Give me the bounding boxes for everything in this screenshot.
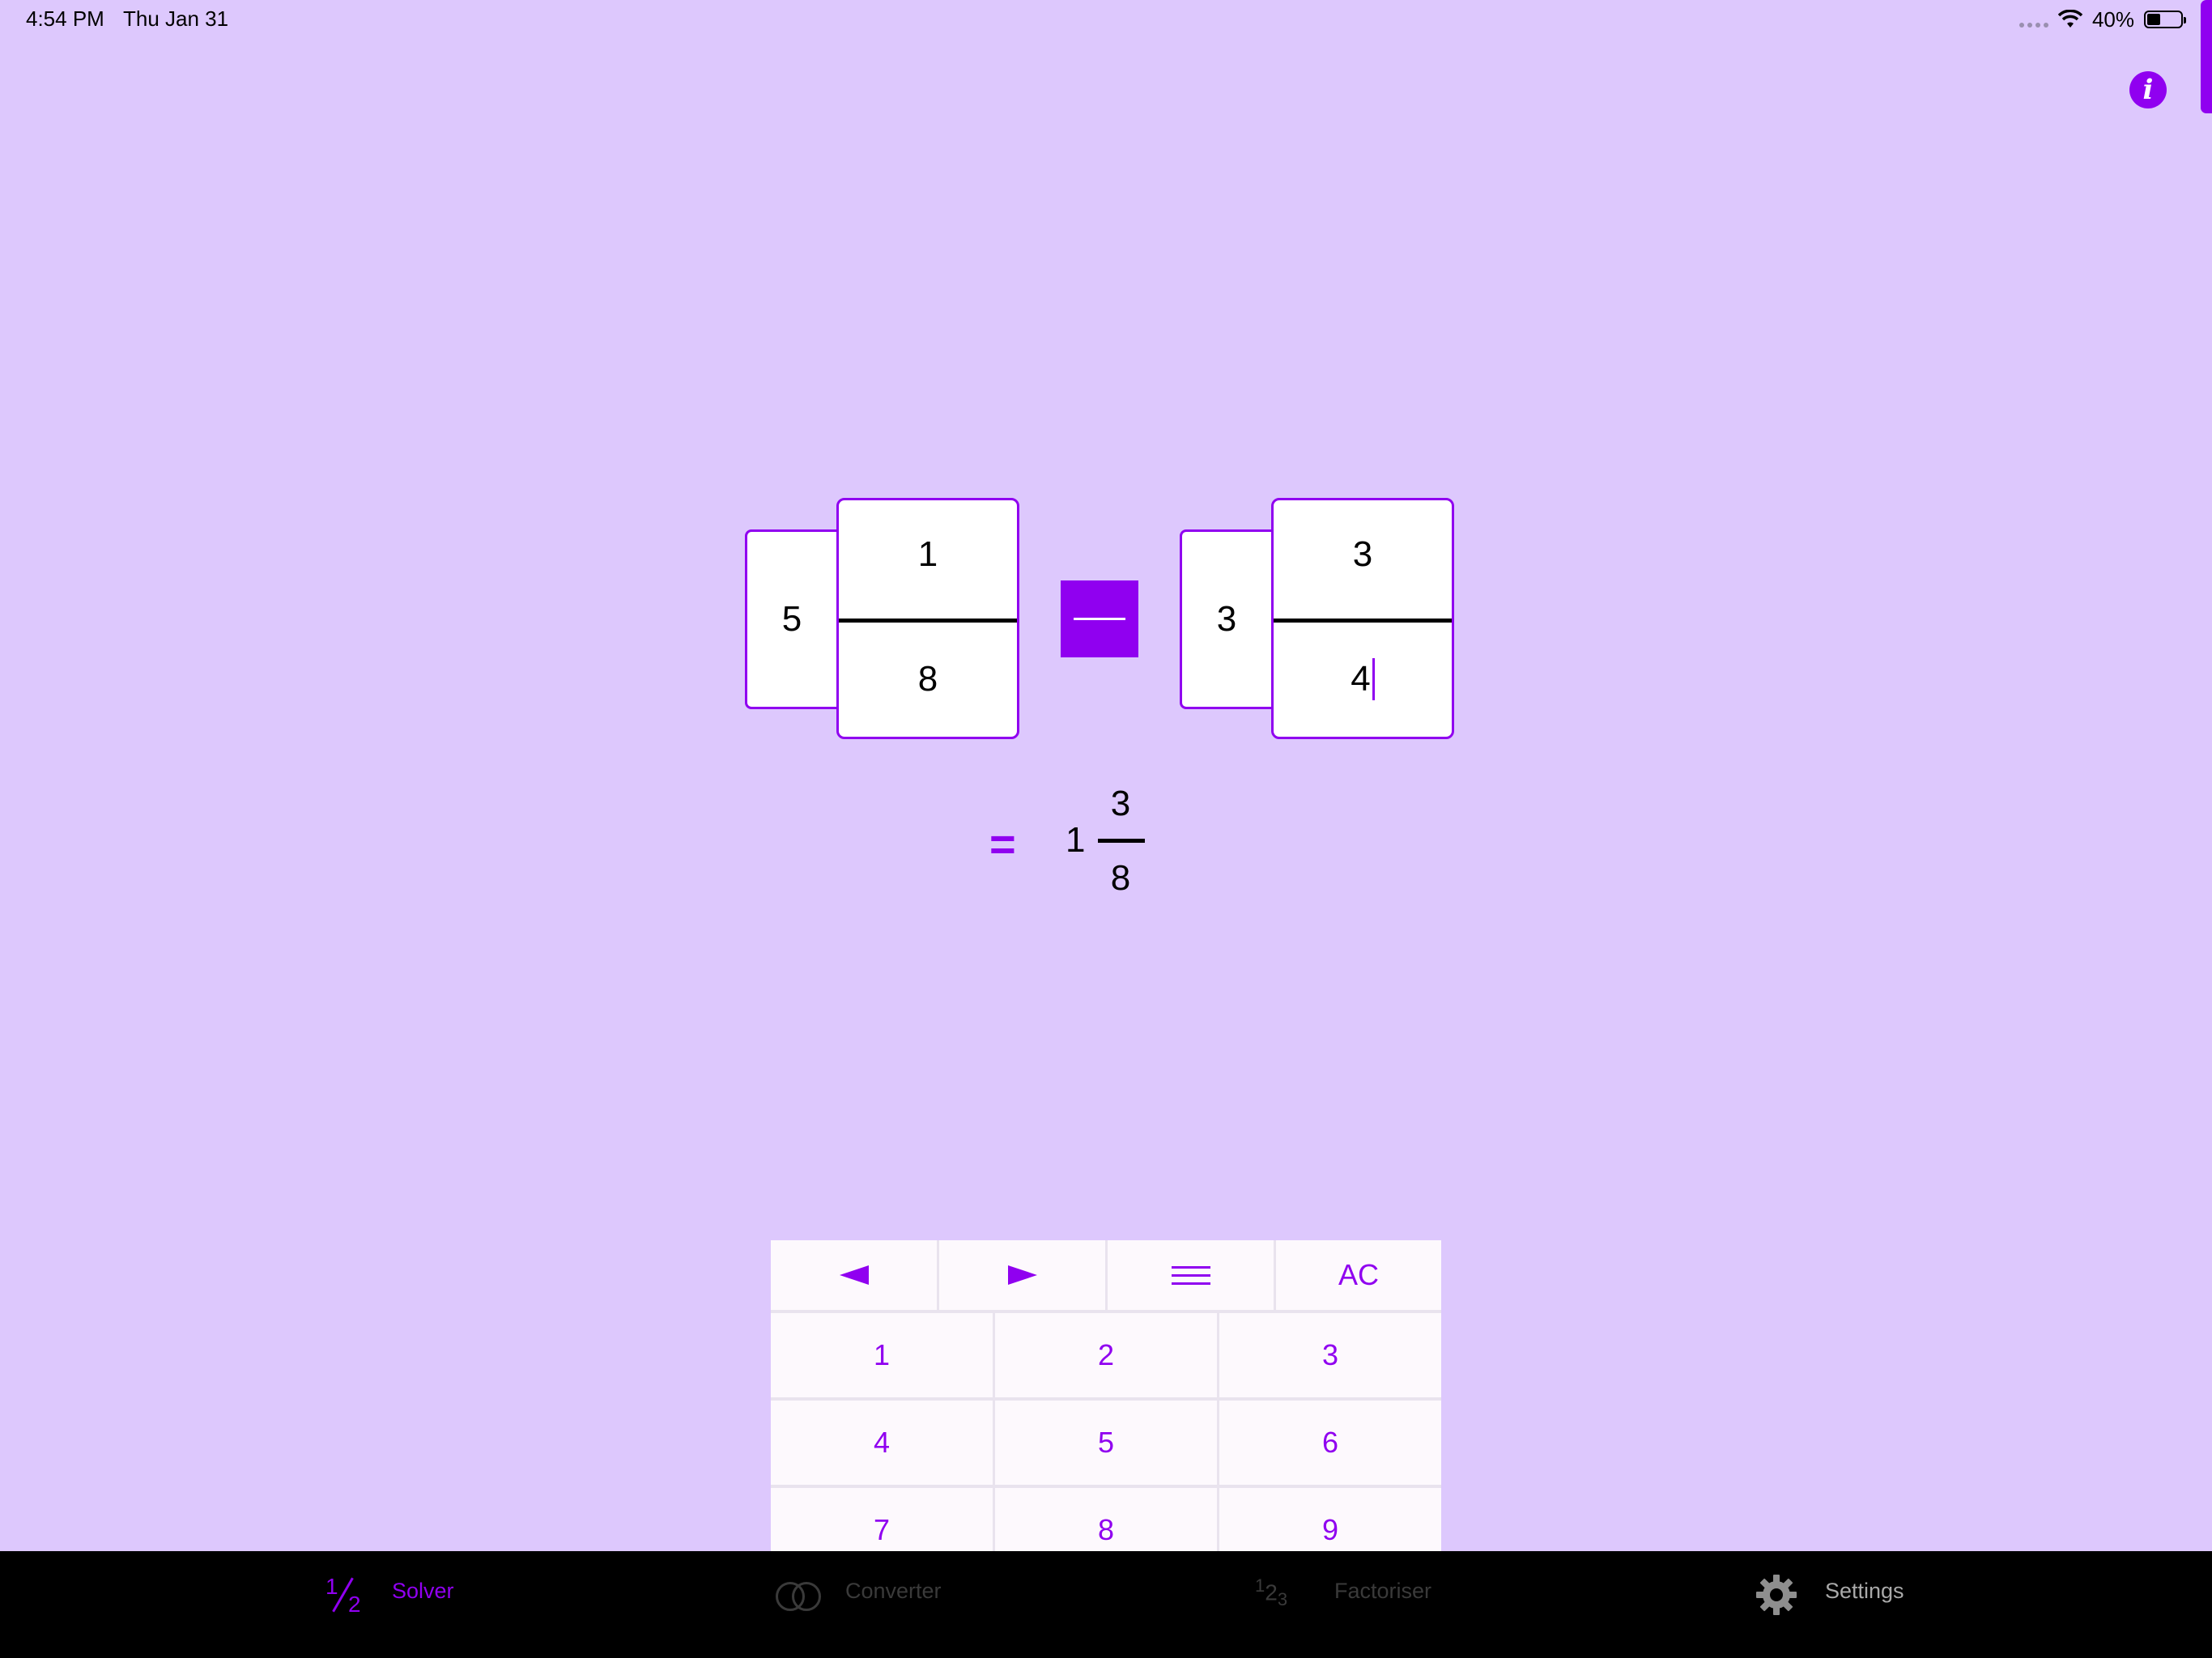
digit-key-2[interactable]: 2: [995, 1313, 1217, 1397]
digit-label: 6: [1321, 1426, 1339, 1459]
subtract-operator-button[interactable]: [1061, 580, 1138, 657]
digit-label: 3: [1321, 1338, 1339, 1371]
tab-solver[interactable]: Solver: [392, 1579, 454, 1604]
battery-icon: [2144, 11, 2186, 28]
second-denominator-field[interactable]: 4: [1274, 658, 1452, 702]
wifi-icon: [2057, 10, 2082, 28]
first-denominator[interactable]: 8: [839, 659, 1017, 699]
home-indicator[interactable]: [826, 1635, 1386, 1643]
cellular-icon: [2018, 11, 2048, 28]
second-fraction-input[interactable]: 3 4: [1271, 498, 1454, 739]
first-numerator[interactable]: 1: [839, 534, 1017, 575]
digit-label: 7: [873, 1513, 891, 1546]
result-numerator: 3: [1110, 784, 1131, 823]
status-time: 4:54 PM: [26, 6, 104, 31]
fraction-bar: [1274, 619, 1452, 623]
first-whole-value: 5: [781, 599, 802, 639]
first-whole-input[interactable]: 5: [745, 529, 839, 709]
digit-label: 1: [873, 1338, 891, 1371]
gear-icon[interactable]: [1755, 1574, 1797, 1616]
left-arrow-key[interactable]: [771, 1240, 937, 1310]
digit-label: 4: [873, 1426, 891, 1459]
second-whole-input[interactable]: 3: [1180, 529, 1274, 709]
second-numerator[interactable]: 3: [1274, 534, 1452, 575]
clear-key[interactable]: AC: [1276, 1240, 1441, 1310]
factoriser-icon[interactable]: 123: [1255, 1575, 1287, 1610]
scroll-indicator[interactable]: [2201, 0, 2212, 113]
result-whole: 1: [1066, 820, 1086, 860]
tab-settings[interactable]: Settings: [1825, 1579, 1904, 1604]
digit-label: 8: [1097, 1513, 1115, 1546]
result-fraction-bar: [1098, 839, 1145, 843]
tab-factoriser[interactable]: Factoriser: [1334, 1579, 1431, 1604]
tab-converter[interactable]: Converter: [845, 1579, 942, 1604]
clear-key-label: AC: [1338, 1258, 1379, 1291]
menu-key[interactable]: [1108, 1240, 1274, 1310]
status-date: Thu Jan 31: [123, 6, 229, 31]
digit-label: 5: [1097, 1426, 1115, 1459]
info-button[interactable]: i: [2129, 71, 2167, 108]
digit-key-4[interactable]: 4: [771, 1401, 993, 1485]
second-denominator: 4: [1351, 659, 1371, 699]
equals-sign: =: [989, 818, 1016, 869]
status-indicators: 40%: [2018, 6, 2186, 32]
first-fraction-input[interactable]: 1 8: [836, 498, 1019, 739]
second-whole-value: 3: [1216, 599, 1237, 639]
battery-percent: 40%: [2091, 6, 2134, 32]
menu-icon: [1171, 1265, 1210, 1285]
digit-key-1[interactable]: 1: [771, 1313, 993, 1397]
digit-label: 9: [1321, 1513, 1339, 1546]
right-arrow-key[interactable]: [939, 1240, 1105, 1310]
arrow-left-icon: [839, 1265, 869, 1285]
minus-icon: [1074, 618, 1125, 620]
digit-key-6[interactable]: 6: [1219, 1401, 1441, 1485]
converter-icon[interactable]: [776, 1579, 824, 1611]
digit-label: 2: [1097, 1338, 1115, 1371]
info-icon: i: [2142, 74, 2154, 106]
text-cursor: [1372, 658, 1375, 701]
digit-key-5[interactable]: 5: [995, 1401, 1217, 1485]
fraction-bar: [839, 619, 1017, 623]
digit-key-3[interactable]: 3: [1219, 1313, 1441, 1397]
half-fraction-icon[interactable]: 12: [324, 1574, 364, 1617]
arrow-right-icon: [1007, 1265, 1037, 1285]
result-denominator: 8: [1110, 858, 1131, 898]
